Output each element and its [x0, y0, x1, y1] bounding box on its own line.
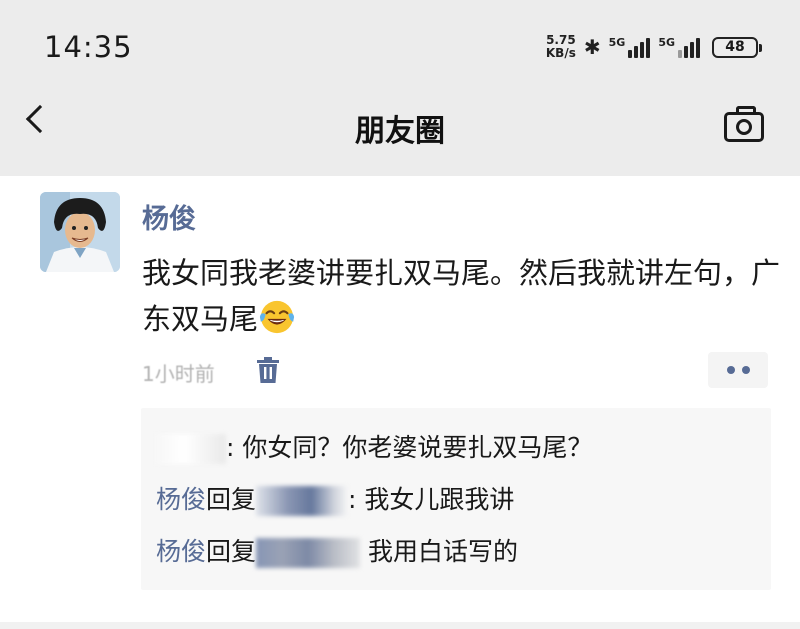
- battery-level: 48: [725, 39, 745, 55]
- comment-separator: :: [226, 433, 235, 462]
- reply-word: 回复: [206, 485, 257, 514]
- signal-strength-icon: 5G: [609, 36, 651, 58]
- network-speed: 5.75 KB/s: [546, 34, 576, 60]
- comment-author[interactable]: 杨俊: [156, 485, 206, 514]
- comment-item[interactable]: 杨俊回复: 我女儿跟我讲: [156, 480, 514, 520]
- avatar[interactable]: [40, 192, 120, 272]
- redacted-commenter-name: [156, 434, 226, 464]
- trash-icon[interactable]: [255, 356, 281, 384]
- comment-item[interactable]: : 你女同？你老婆说要扎双马尾？: [156, 428, 592, 468]
- status-time: 14:35: [44, 30, 133, 64]
- comment-text: 你女同？你老婆说要扎双马尾？: [242, 433, 593, 462]
- status-icons: 5.75 KB/s ✱ 5G 5G 48: [546, 30, 762, 64]
- sim1-network-type: 5G: [608, 36, 626, 49]
- redacted-reply-target: [256, 538, 361, 568]
- more-dots-icon[interactable]: [708, 352, 768, 388]
- comment-author[interactable]: 杨俊: [156, 537, 206, 566]
- post-timestamp: 1小时前: [142, 362, 215, 386]
- bluetooth-icon: ✱: [583, 35, 601, 59]
- comment-section: : 你女同？你老婆说要扎双马尾？ 杨俊回复: 我女儿跟我讲 杨俊回复 我用白话写…: [141, 408, 771, 590]
- post-text: 我女同我老婆讲要扎双马尾。然后我就讲左句，广东双马尾: [142, 250, 782, 342]
- tears-of-joy-emoji: [259, 300, 295, 334]
- post-author-name[interactable]: 杨俊: [142, 197, 196, 236]
- sim2-network-type: 5G: [658, 36, 675, 49]
- comment-text: 我用白话写的: [367, 537, 518, 566]
- page-title: 朋友圈: [355, 114, 445, 149]
- top-header: 14:35 5.75 KB/s ✱ 5G 5G 48 朋友圈: [0, 0, 800, 176]
- comment-item[interactable]: 杨俊回复 我用白话写的: [156, 532, 518, 572]
- signal-strength-icon: 5G: [658, 36, 700, 58]
- battery-icon: 48: [712, 36, 762, 58]
- reply-word: 回复: [206, 537, 257, 566]
- redacted-reply-target: [256, 486, 349, 516]
- network-speed-unit: KB/s: [545, 46, 576, 60]
- post-text-content: 我女同我老婆讲要扎双马尾。然后我就讲左句，广东双马尾: [142, 256, 781, 336]
- divider: [0, 622, 800, 629]
- comment-text: 我女儿跟我讲: [364, 485, 515, 514]
- comment-separator: :: [348, 485, 357, 514]
- camera-icon[interactable]: [724, 106, 764, 142]
